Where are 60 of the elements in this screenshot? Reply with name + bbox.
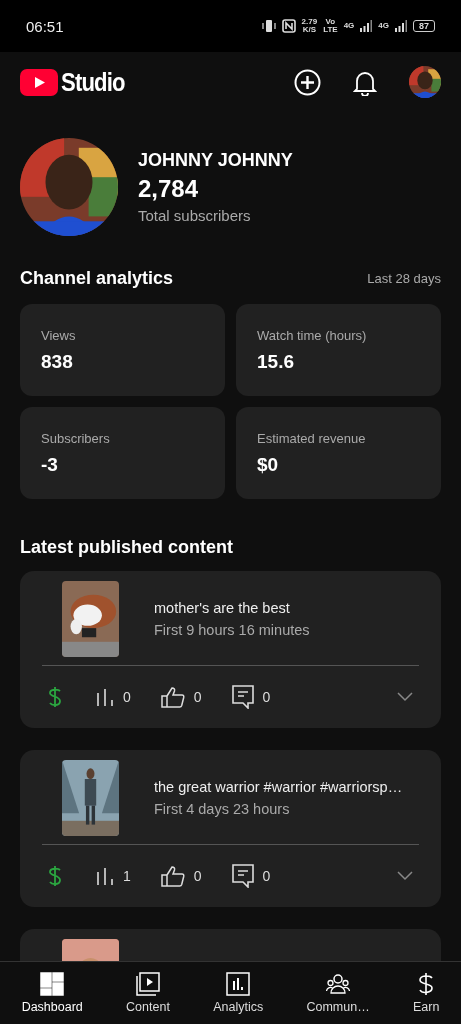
view-count: 0 [123,689,131,705]
like-count: 0 [193,868,202,884]
nav-tab[interactable]: Analytics [209,970,268,1016]
volte-label: LTE [323,26,338,34]
battery-level: 87 [413,20,435,32]
metric-value: -3 [41,453,59,476]
metric-value: 838 [41,350,74,373]
like-count: 0 [193,689,202,705]
period-label: Last 28 days [367,271,441,286]
subscriber-label: Total subscribers [138,207,252,224]
metric-value: 15.6 [257,350,295,373]
comment-count: 0 [262,689,271,705]
network-type: 4G [343,22,355,30]
comment-count: 0 [262,868,271,884]
bar-chart-icon [96,867,114,885]
metric-label: Subscribers [41,430,111,446]
expand-button[interactable] [397,692,413,702]
video-title[interactable]: mother's are the best [154,600,310,616]
metric-card[interactable]: Views 838 [20,304,225,396]
bar-chart-icon [226,972,251,996]
play-logo-icon [20,68,58,96]
metric-value: $0 [257,453,280,476]
metric-label: Views [41,327,77,343]
comment-icon [231,864,254,888]
studio-logo-text: Studio [61,66,125,98]
grid-icon [40,972,65,996]
create-button[interactable] [294,68,321,96]
video-subtitle: First 9 hours 16 minutes [154,622,310,638]
signal-icon [395,20,407,32]
play-square-icon [135,972,160,996]
expand-button[interactable] [397,871,413,881]
nav-tab[interactable]: Dashboard [17,970,87,1016]
status-time: 06:51 [26,17,64,35]
network-speed: 2.79 [301,18,318,26]
metric-label: Watch time (hours) [257,327,368,343]
nav-tab[interactable]: Commun… [302,970,374,1016]
video-title[interactable]: the great warrior #warrior #warriorsp… [154,779,403,795]
metric-card[interactable]: Watch time (hours) 15.6 [236,304,441,396]
section-title: Latest published content [20,537,234,558]
thumbs-up-icon [160,686,185,708]
subscriber-count: 2,784 [138,175,200,203]
bar-chart-icon [96,688,114,706]
metric-card[interactable]: Estimated revenue $0 [236,407,441,499]
metric-label: Estimated revenue [257,430,367,446]
volte-label: Vo [325,18,336,26]
speed-unit: K/S [302,26,316,34]
network-type: 4G [378,22,389,30]
nav-tab[interactable]: Content [122,970,174,1016]
metric-card[interactable]: Subscribers -3 [20,407,225,499]
nfc-icon [281,19,296,33]
nav-tab[interactable]: Earn [408,970,444,1016]
signal-icon [360,20,373,32]
vibrate-icon [261,19,276,33]
view-count: 1 [123,868,131,884]
thumbs-up-icon [160,865,185,887]
channel-name: JOHNNY JOHNNY [138,150,293,171]
people-icon [326,972,351,996]
section-title: Channel analytics [20,268,174,289]
comment-icon [231,685,254,709]
video-subtitle: First 4 days 23 hours [154,801,291,817]
